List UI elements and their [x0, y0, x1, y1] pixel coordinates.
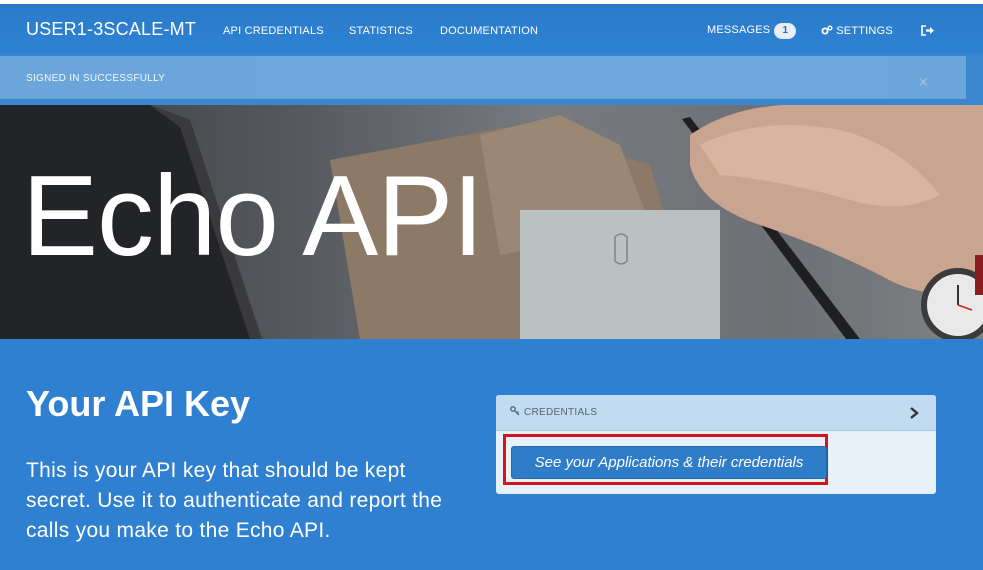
hero-title: Echo API — [22, 153, 484, 280]
see-applications-button[interactable]: See your Applications & their credential… — [511, 446, 827, 479]
alert-box: SIGNED IN SUCCESSFULLY × — [0, 56, 966, 99]
gears-icon — [821, 25, 833, 35]
signin-alert: SIGNED IN SUCCESSFULLY × — [0, 54, 983, 105]
chevron-right-icon[interactable] — [909, 406, 919, 420]
nav-settings[interactable]: SETTINGS — [821, 25, 893, 37]
close-icon[interactable]: × — [918, 72, 929, 93]
messages-label: MESSAGES — [707, 24, 771, 36]
hero-banner: Echo API — [0, 105, 983, 339]
nav-messages[interactable]: MESSAGES 1 — [707, 23, 797, 39]
messages-count-badge: 1 — [774, 23, 797, 39]
sign-out-button[interactable] — [921, 25, 935, 37]
brand-title[interactable]: USER1-3SCALE-MT — [26, 19, 196, 40]
nav-statistics[interactable]: STATISTICS — [349, 25, 413, 37]
main-content: Your API Key This is your API key that s… — [0, 339, 983, 570]
key-icon — [510, 406, 520, 416]
sign-out-icon — [921, 25, 934, 36]
alert-message: SIGNED IN SUCCESSFULLY — [26, 73, 166, 84]
page-title: Your API Key — [26, 383, 251, 424]
nav-documentation[interactable]: DOCUMENTATION — [440, 25, 538, 37]
nav-api-credentials[interactable]: API CREDENTIALS — [223, 25, 324, 37]
credentials-panel-header[interactable]: CREDENTIALS — [496, 395, 936, 431]
api-key-description: This is your API key that should be kept… — [26, 459, 443, 542]
top-navbar: USER1-3SCALE-MT API CREDENTIALS STATISTI… — [0, 4, 983, 54]
credentials-panel-label: CREDENTIALS — [524, 407, 598, 418]
settings-label: SETTINGS — [836, 25, 893, 37]
credentials-panel: CREDENTIALS See your Applications & thei… — [496, 395, 936, 494]
